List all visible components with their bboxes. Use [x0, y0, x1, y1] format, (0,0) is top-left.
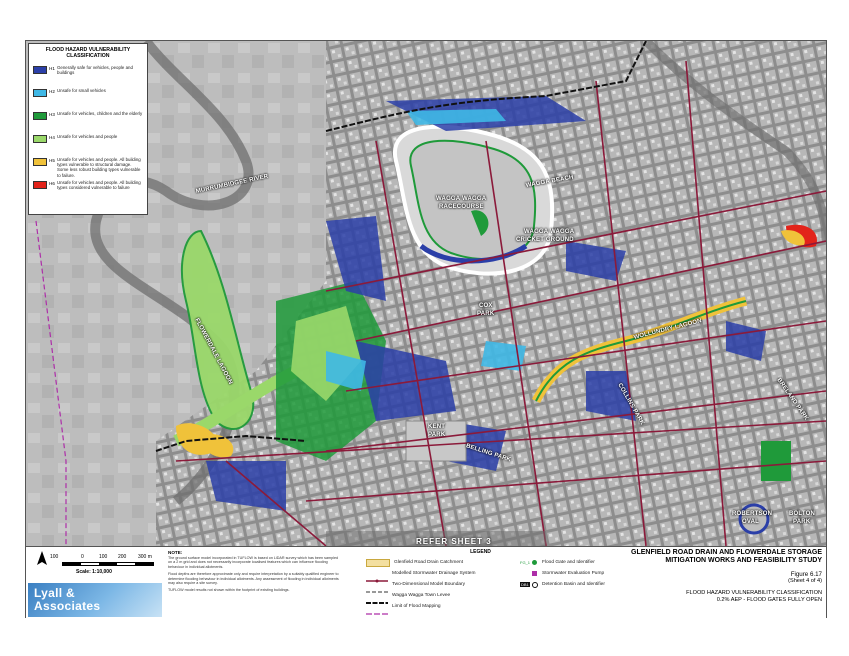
title-band: REFER SHEET 3 100 0 100 200 300 m Scale:…	[26, 537, 826, 618]
model-boundary-line-icon	[366, 582, 388, 592]
hazard-legend: FLOOD HAZARD VULNERABILITY CLASSIFICATIO…	[28, 43, 148, 215]
label-cricket-2: CRICKET GROUND	[516, 237, 574, 243]
flood-gate-code: FG_1	[520, 559, 531, 565]
label-cox-park-1: COX	[479, 303, 493, 309]
hazard-swatch	[33, 66, 47, 74]
hazard-description: Unsafe for small vehicles	[57, 88, 106, 93]
scale-tick: 200	[118, 554, 127, 560]
scale-bar-block: 100 0 100 200 300 m Scale: 1:10,000	[32, 551, 162, 581]
hazard-class-h3: H3 Unsafe for vehicles, children and the …	[33, 111, 143, 127]
label-racecourse-2: RACECOURSE	[439, 204, 484, 210]
legend-label: Detention Basin and Identifier	[542, 582, 605, 587]
scale-tick: 300 m	[138, 554, 152, 560]
levee-line-icon	[366, 593, 388, 604]
refer-sheet-label[interactable]: REFER SHEET 3	[416, 537, 492, 546]
hazard-swatch	[33, 112, 47, 120]
legend-item-catchment: Glenfield Road Drain Catchment	[366, 558, 464, 567]
north-arrow-icon	[36, 551, 48, 573]
company-logo: Lyall & Associates	[28, 583, 162, 617]
label-kent-park-1: KENT	[428, 424, 446, 430]
note-paragraph: Flood depths are therefore approximate o…	[168, 572, 339, 586]
label-racecourse-1: WAGGA WAGGA	[436, 196, 487, 202]
hazard-code: H3	[49, 112, 55, 117]
logo-text-1: Lyall &	[34, 586, 76, 600]
legend-item-detention-basin: DB1 Detention Basin and Identifier	[520, 581, 605, 588]
scale-bar	[62, 562, 154, 566]
detention-basin-code: DB1	[520, 581, 530, 587]
project-title-2: MITIGATION WORKS AND FEASIBILITY STUDY	[665, 557, 822, 564]
hazard-description: Unsafe for vehicles and people	[57, 134, 118, 139]
hazard-legend-rows: H1 Generally safe for vehicles, people an…	[33, 65, 143, 196]
hazard-swatch	[33, 181, 47, 189]
sheet-number: (Sheet 4 of 4)	[788, 578, 822, 584]
label-cox-park-2: PARK	[477, 311, 495, 317]
project-title-1: GLENFIELD ROAD DRAIN AND FLOWERDALE STOR…	[631, 549, 822, 556]
catchment-swatch	[366, 558, 390, 567]
hazard-swatch	[33, 158, 47, 166]
legend-item-flood-gate: FG_1 Flood Gate and Identifier	[520, 559, 595, 566]
map-sheet: MURRUMBIDGEE RIVER WAGGA WAGGA RACECOURS…	[25, 40, 827, 618]
label-kent-park-2: PARK	[428, 432, 446, 438]
hazard-code: H1	[49, 66, 55, 71]
hazard-swatch	[33, 89, 47, 97]
hazard-class-h1: H1 Generally safe for vehicles, people an…	[33, 65, 143, 81]
hazard-code: H4	[49, 135, 55, 140]
hazard-description: Unsafe for vehicles and people. All buil…	[57, 157, 141, 178]
flood-map[interactable]: MURRUMBIDGEE RIVER WAGGA WAGGA RACECOURS…	[26, 41, 826, 546]
legend-label: Wagga Wagga Town Levee	[392, 593, 451, 598]
scale-tick: 0	[81, 554, 84, 560]
hazard-description: Generally safe for vehicles, people and …	[57, 65, 133, 76]
figure-subtitle-1: FLOOD HAZARD VULNERABILITY CLASSIFICATIO…	[686, 590, 822, 596]
drainage-line-icon	[366, 571, 388, 582]
note-paragraph: The ground surface model incorporated in…	[168, 556, 339, 569]
notes: NOTE: The ground surface model incorpora…	[168, 550, 343, 616]
legend-item-drainage: Modelled Stormwater Drainage System	[366, 570, 476, 582]
label-bolton-1: BOLTON	[789, 511, 815, 517]
label-robertson-2: OVAL	[742, 519, 760, 525]
label-bolton-2: PARK	[793, 519, 811, 525]
legend-label: Flood Gate and Identifier	[542, 560, 595, 565]
hazard-swatch	[33, 135, 47, 143]
legend-title: LEGEND	[470, 549, 491, 555]
legend-label: Two-Dimensional Model Boundary	[392, 582, 466, 587]
legend-item-flood-limit: Limit of Flood Mapping	[366, 603, 441, 615]
hazard-class-h5: H5 Unsafe for vehicles and people. All bu…	[33, 157, 143, 178]
breland-park	[761, 441, 791, 481]
label-robertson-1: ROBERTSON	[732, 511, 773, 517]
legend-item-pump: Stormwater Evaluation Pump	[520, 570, 604, 577]
legend-label: Limit of Flood Mapping	[392, 604, 441, 609]
scale-tick: 100	[50, 554, 59, 560]
hazard-description: Unsafe for vehicles and people. All buil…	[57, 180, 141, 191]
hazard-code: H6	[49, 181, 55, 186]
note-title: NOTE:	[168, 550, 183, 555]
hazard-code: H5	[49, 158, 55, 163]
legend-label: Modelled Stormwater Drainage System	[392, 571, 476, 576]
figure-number: Figure 6.17	[790, 571, 822, 578]
flood-limit-line-icon	[366, 604, 388, 615]
scale-text: Scale: 1:10,000	[76, 569, 112, 575]
legend-label: Glenfield Road Drain Catchment	[394, 560, 464, 565]
hazard-class-h2: H2 Unsafe for small vehicles	[33, 88, 143, 104]
logo-text-2: Associates	[34, 599, 101, 613]
legend-label: Stormwater Evaluation Pump	[542, 571, 605, 576]
flood-gate-icon: FG_1	[520, 559, 538, 566]
figure-subtitle-2: 0.2% AEP - FLOOD GATES FULLY OPEN	[716, 596, 822, 603]
label-cricket-1: WAGGA WAGGA	[524, 229, 575, 235]
hazard-legend-title: FLOOD HAZARD VULNERABILITY CLASSIFICATIO…	[45, 47, 131, 59]
legend-item-levee: Wagga Wagga Town Levee	[366, 592, 451, 604]
title-block: GLENFIELD ROAD DRAIN AND FLOWERDALE STOR…	[616, 549, 822, 616]
note-paragraph: TUFLOW model results not shown within th…	[168, 588, 290, 593]
hazard-class-h4: H4 Unsafe for vehicles and people	[33, 134, 143, 150]
scale-tick: 100	[99, 554, 108, 560]
hazard-code: H2	[49, 89, 55, 94]
legend-item-model-boundary: Two-Dimensional Model Boundary	[366, 581, 466, 592]
map-legend: LEGEND Glenfield Road Drain Catchment Mo…	[348, 549, 613, 616]
detention-basin-icon: DB1	[520, 581, 538, 588]
hazard-description: Unsafe for vehicles, children and the el…	[57, 111, 143, 116]
pump-icon	[520, 570, 538, 577]
hazard-class-h6: H6 Unsafe for vehicles and people. All bu…	[33, 180, 143, 196]
